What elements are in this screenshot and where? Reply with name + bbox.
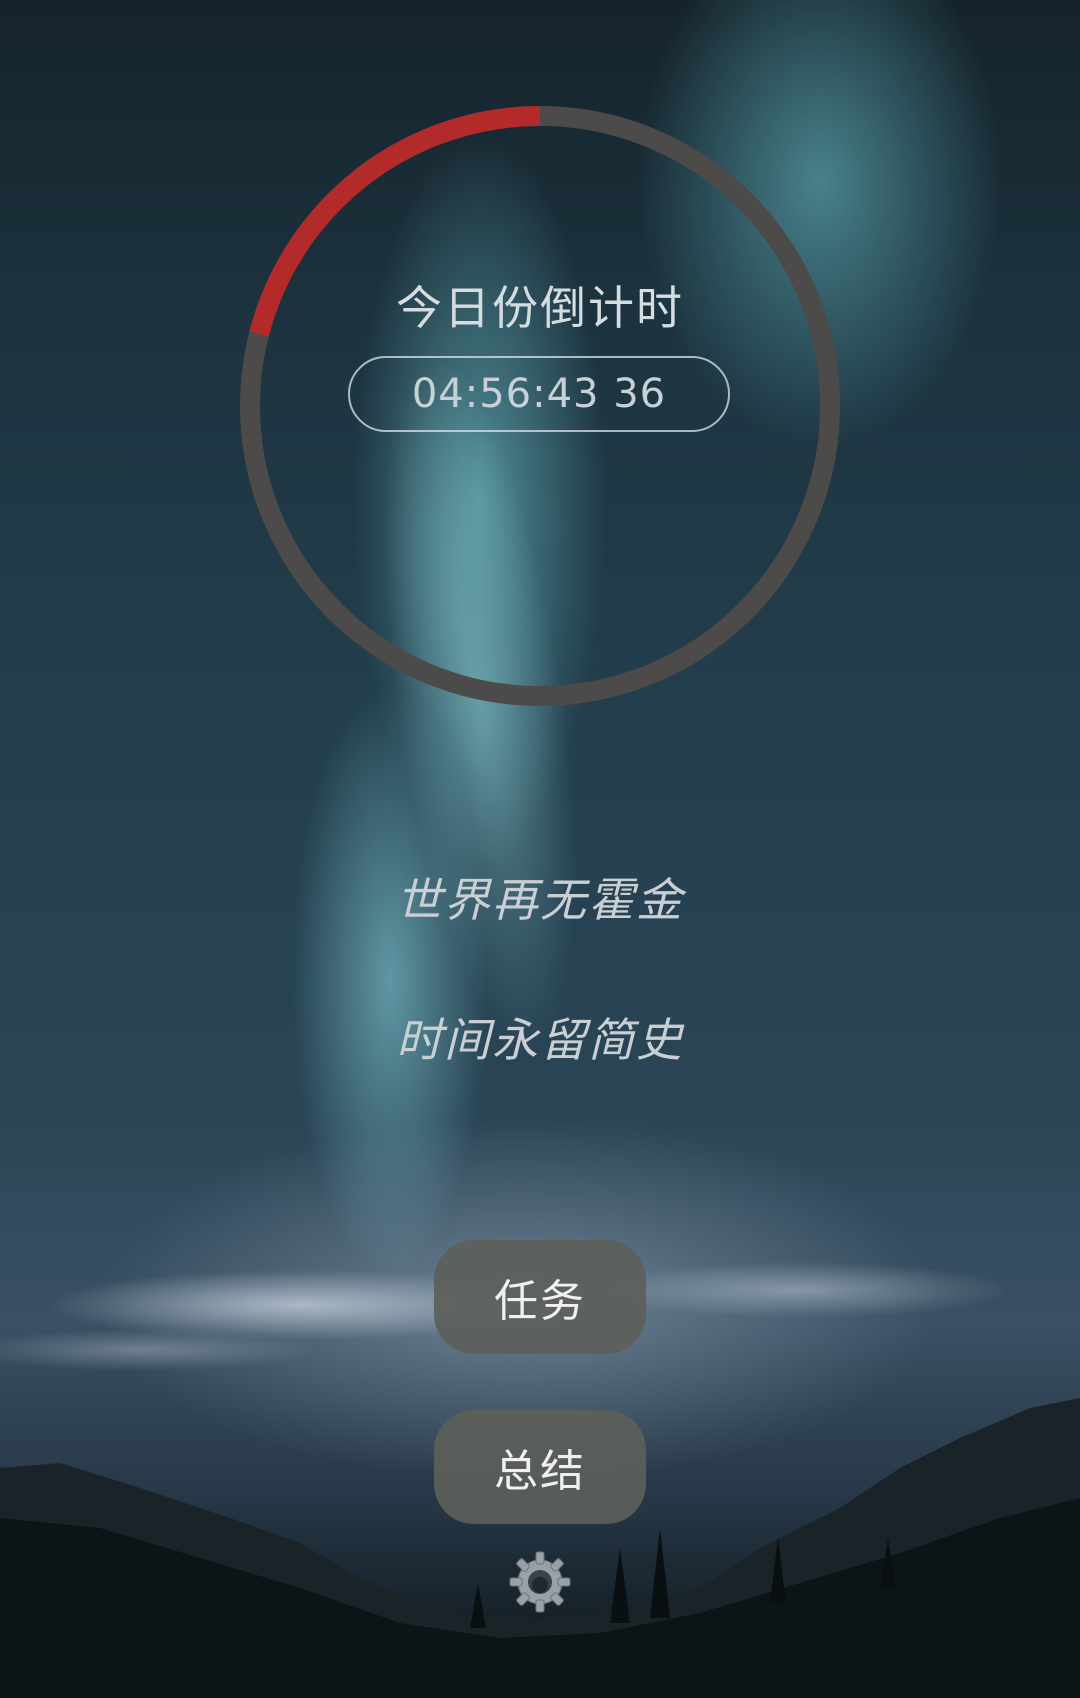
tasks-button[interactable]: 任务 — [434, 1240, 646, 1354]
gear-icon[interactable] — [506, 1548, 574, 1616]
summary-button-label: 总结 — [494, 1446, 586, 1497]
tasks-button-label: 任务 — [494, 1276, 586, 1327]
quote-line-1: 世界再无霍金 — [396, 873, 684, 927]
countdown-time-text: 04:56:43 36 — [411, 371, 667, 417]
summary-button[interactable]: 总结 — [434, 1410, 646, 1524]
quote-line-2: 时间永留简史 — [396, 1013, 684, 1067]
countdown-title: 今日份倒计时 — [396, 281, 684, 335]
countdown-timer: 04:56:43 36 — [348, 356, 730, 432]
